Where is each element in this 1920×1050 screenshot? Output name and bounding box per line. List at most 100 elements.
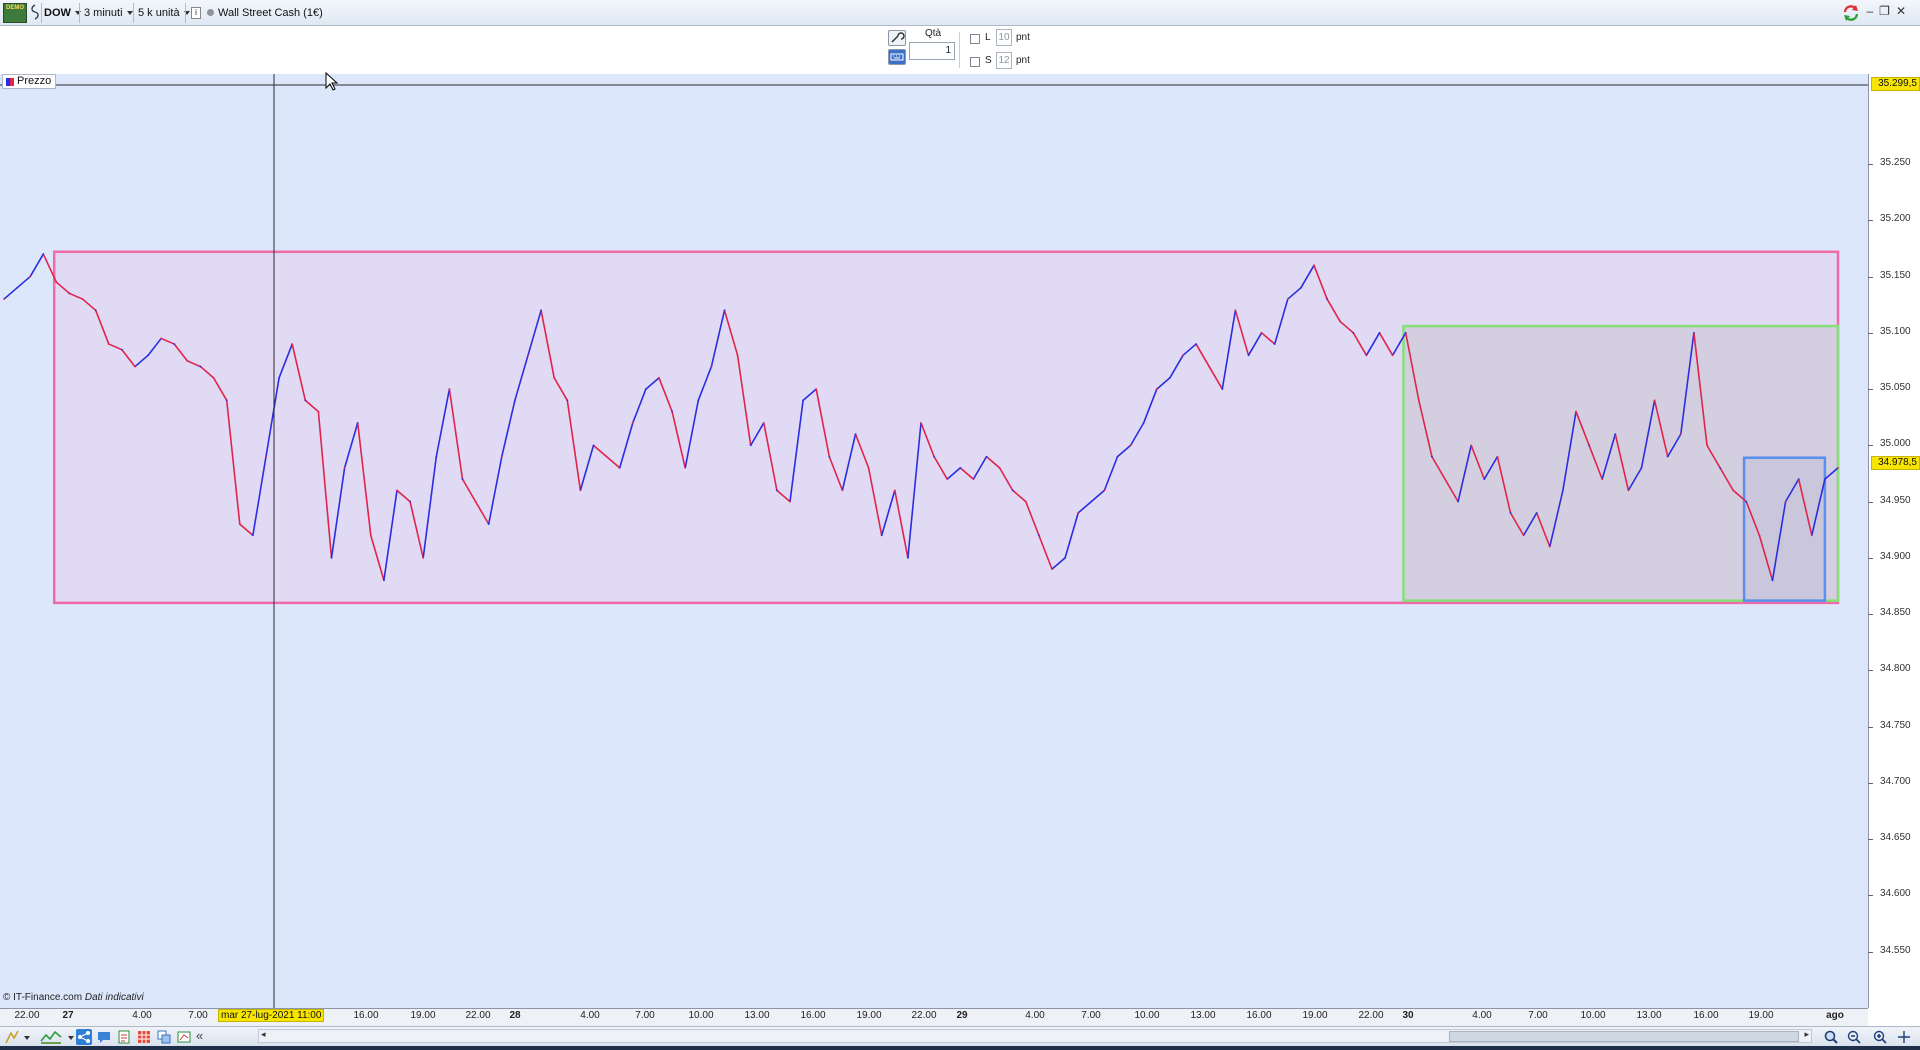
- price-point: [880, 534, 883, 537]
- restore-icon[interactable]: ❐: [1879, 4, 1896, 18]
- price-point: [566, 399, 569, 402]
- price-point: [1470, 444, 1473, 447]
- price-chart[interactable]: [0, 74, 1868, 1008]
- refresh-icon[interactable]: [1842, 4, 1860, 22]
- chevron-down-icon[interactable]: [64, 1029, 74, 1045]
- disclaimer-text: Dati indicativi: [84, 992, 144, 1003]
- timeframe-dropdown[interactable]: 3 minuti: [84, 3, 133, 23]
- price-point: [1142, 421, 1145, 424]
- price-point: [369, 534, 372, 537]
- price-point: [291, 343, 294, 345]
- close-icon[interactable]: ✕: [1896, 4, 1912, 18]
- windows-icon[interactable]: [156, 1029, 172, 1045]
- info-button[interactable]: i: [191, 7, 201, 19]
- short-points-input[interactable]: 12: [996, 52, 1012, 69]
- y-tick-mark: [1868, 951, 1873, 953]
- price-point: [1221, 388, 1224, 390]
- price-point: [1273, 343, 1276, 345]
- price-point: [1640, 466, 1643, 469]
- price-point: [1378, 331, 1381, 334]
- price-point: [3, 298, 5, 300]
- long-checkbox[interactable]: [970, 34, 980, 44]
- y-tick-label: 34.850: [1880, 607, 1911, 619]
- price-point: [356, 421, 359, 424]
- scroll-right-icon[interactable]: ▸: [1804, 1029, 1809, 1040]
- zoom-in-icon[interactable]: [1872, 1029, 1888, 1045]
- scrollbar-thumb[interactable]: [1449, 1031, 1799, 1042]
- price-point: [1522, 534, 1525, 537]
- indicator-icon[interactable]: [40, 1029, 62, 1045]
- x-tick-label: 13.00: [1190, 1010, 1216, 1021]
- price-point: [1535, 511, 1538, 514]
- x-tick-label: 13.00: [1636, 1010, 1662, 1021]
- scroll-start-icon[interactable]: «: [196, 1029, 212, 1045]
- price-point: [147, 354, 150, 357]
- short-checkbox[interactable]: [970, 57, 980, 67]
- y-tick-mark: [1868, 445, 1873, 447]
- x-tick-label: 10.00: [688, 1010, 714, 1021]
- price-point: [841, 489, 844, 492]
- share-icon[interactable]: [76, 1029, 92, 1045]
- price-point: [1129, 444, 1132, 447]
- y-tick-mark: [1868, 614, 1873, 616]
- price-point: [1784, 500, 1787, 503]
- chart-scrollbar[interactable]: ◂ ▸: [258, 1029, 1812, 1043]
- price-point: [527, 354, 529, 357]
- price-point: [461, 478, 464, 481]
- qty-input[interactable]: 1: [909, 42, 955, 60]
- tools-button[interactable]: [888, 30, 906, 46]
- y-tick-label: 35.150: [1880, 269, 1911, 281]
- separator: [959, 32, 960, 68]
- series-legend[interactable]: Prezzo: [2, 74, 57, 89]
- price-point: [1208, 365, 1211, 368]
- y-tick-mark: [1868, 276, 1873, 278]
- price-point: [828, 455, 831, 458]
- price-point: [1077, 511, 1080, 514]
- crosshair-icon[interactable]: [1896, 1029, 1912, 1045]
- price-point: [1837, 466, 1839, 469]
- symbol-dropdown[interactable]: DOW: [44, 3, 81, 23]
- minimize-icon[interactable]: –: [1866, 4, 1879, 18]
- price-point: [893, 489, 896, 492]
- price-point: [330, 556, 333, 559]
- y-tick-mark: [1868, 670, 1873, 672]
- price-point: [920, 421, 922, 424]
- price-point: [68, 292, 71, 295]
- scroll-left-icon[interactable]: ◂: [261, 1029, 266, 1040]
- draw-tool-icon[interactable]: [4, 1029, 20, 1045]
- keyboard-button[interactable]: [888, 49, 906, 65]
- cursor-price-tag: 35.299,5: [1871, 77, 1920, 91]
- price-point: [959, 466, 962, 469]
- price-point: [1679, 433, 1682, 435]
- last-price-tag: 34.978,5: [1871, 456, 1920, 470]
- y-tick-mark: [1868, 726, 1873, 728]
- x-tick-label: 4.00: [132, 1010, 152, 1021]
- x-tick-label: 4.00: [1472, 1010, 1492, 1021]
- compare-icon[interactable]: [176, 1029, 192, 1045]
- price-point: [514, 399, 516, 402]
- price-point: [487, 523, 490, 526]
- grid-icon[interactable]: [136, 1029, 152, 1045]
- price-point: [1509, 511, 1512, 514]
- comment-icon[interactable]: [96, 1029, 112, 1045]
- price-point: [1732, 489, 1735, 492]
- price-point: [304, 399, 307, 402]
- price-point: [946, 478, 949, 481]
- units-dropdown[interactable]: 5 k unità: [138, 3, 190, 23]
- app-logo[interactable]: DEMO: [3, 3, 27, 23]
- long-label: L: [985, 32, 991, 43]
- long-points-input[interactable]: 10: [996, 29, 1012, 46]
- price-point: [749, 444, 752, 447]
- price-segment: [16, 275, 31, 289]
- link-icon[interactable]: [30, 3, 40, 23]
- report-icon[interactable]: [116, 1029, 132, 1045]
- zoom-out-icon[interactable]: [1846, 1029, 1862, 1045]
- y-tick-mark: [1868, 501, 1873, 503]
- price-point: [1444, 478, 1446, 481]
- y-tick-mark: [1868, 220, 1873, 222]
- price-point: [81, 298, 84, 300]
- chevron-down-icon[interactable]: [20, 1029, 30, 1045]
- price-segment: [3, 287, 18, 300]
- zoom-fit-icon[interactable]: [1823, 1029, 1839, 1045]
- x-tick-label: ago: [1826, 1010, 1844, 1021]
